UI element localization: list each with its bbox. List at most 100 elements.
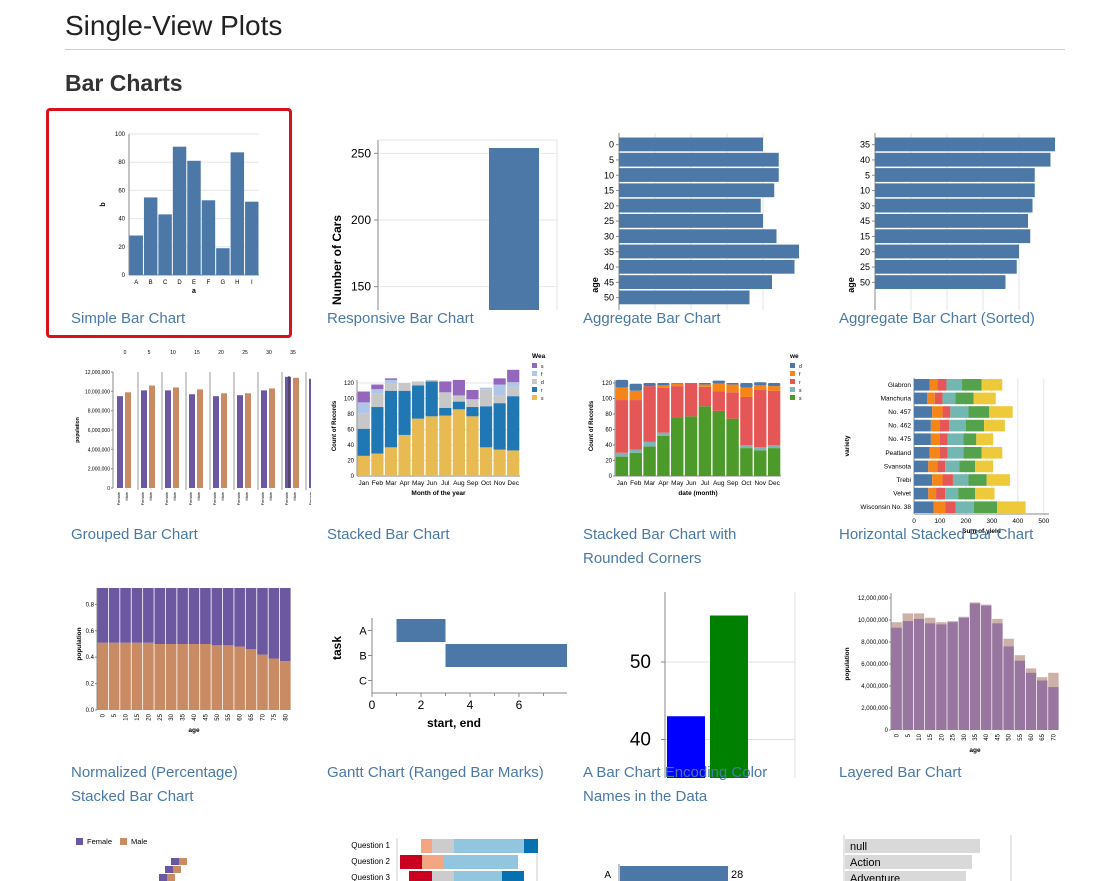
- tick-label: 6,000,000: [88, 428, 110, 434]
- chart-thumbnail[interactable]: 0 2 4 6 A B Cstart, end task: [327, 588, 567, 778]
- y-axis-title: population: [76, 627, 83, 660]
- tick-label: 45: [604, 277, 614, 287]
- bar-segment: [507, 450, 520, 476]
- tick-label: Mar: [385, 480, 397, 487]
- bar-segment: [222, 588, 234, 646]
- bar: [285, 376, 291, 488]
- tick-label: 10: [860, 186, 870, 196]
- tick-label: Jul: [701, 480, 710, 487]
- bar: [1048, 687, 1059, 730]
- bar-segment: [942, 474, 953, 486]
- tick-label: 55: [226, 713, 232, 720]
- bar: [189, 394, 195, 488]
- legend-label: f: [541, 372, 543, 378]
- chart-thumbnail[interactable]: 150 200 250 Number of Cars: [327, 120, 567, 310]
- tick-label: Manchuria: [881, 395, 912, 402]
- tick-label: Male: [292, 491, 297, 500]
- chart-title-link[interactable]: Layered Bar Chart: [839, 761, 962, 785]
- chart-thumbnail[interactable]: 35 40 5 10 30 45 15 20 25 50 age: [839, 120, 1079, 310]
- bar: [1025, 672, 1037, 730]
- tick-label: 35: [860, 140, 870, 150]
- bar-segment: [740, 445, 753, 449]
- chart-title-link[interactable]: Gantt Chart (Ranged Bar Marks): [327, 761, 544, 785]
- bar-segment: [914, 474, 933, 486]
- bar-segment: [671, 386, 684, 418]
- chart-title-link[interactable]: Aggregate Bar Chart (Sorted): [839, 307, 1035, 331]
- gallery-card[interactable]: 0 20 40 60 80 100 120 Jan Feb Mar Apr May Jun Jul Aug S…: [327, 346, 567, 583]
- bar: [117, 396, 123, 488]
- tick-label: 0.6: [86, 629, 95, 635]
- gallery-card[interactable]: 0 2,000,000 4,000,000 6,000,000 8,000,000 10,…: [71, 346, 311, 583]
- gallery-card[interactable]: 35 40 5 10 30 45 15 20 25 50 age Aggregate Bar Char…: [839, 120, 1079, 367]
- caption-line: Responsive Bar Chart: [327, 310, 474, 327]
- chart-thumbnail[interactable]: 0.00.20.40.60.81.00510152025303540455055…: [71, 588, 311, 778]
- gallery-card[interactable]: 0.00.20.40.60.81.00510152025303540455055…: [71, 588, 311, 821]
- tick-label: 80: [283, 713, 289, 720]
- tick-label: 75: [272, 713, 278, 720]
- chart-title-link[interactable]: Grouped Bar Chart: [71, 523, 198, 547]
- chart-title-link[interactable]: Stacked Bar Chart: [327, 523, 450, 547]
- bar: [167, 874, 175, 881]
- bar-segment: [629, 449, 642, 453]
- bar-segment: [947, 433, 964, 445]
- chart-title-link[interactable]: A Bar Chart Encoding Color Names in the D…: [583, 761, 767, 809]
- chart-thumbnail-partial: null Action Adventure: [843, 835, 1012, 881]
- tick-label: 20: [218, 350, 224, 356]
- bar-segment: [439, 415, 452, 476]
- tick-label: 45: [203, 713, 209, 720]
- tick-label: 65: [249, 713, 255, 720]
- gallery-card[interactable]: 0 5 10 15 20 25 30 35 40 45 50 age Aggregate Bar Cha…: [583, 120, 823, 367]
- bar-segment: [928, 460, 938, 473]
- tick-label: A: [359, 626, 367, 638]
- bar-segment: [740, 383, 753, 388]
- tick-label: 5: [865, 170, 870, 180]
- bar: [619, 214, 763, 228]
- chart-thumbnail[interactable]: 0 2,000,000 4,000,000 6,000,000 8,000,000 10,…: [71, 346, 311, 536]
- tick-label: 10: [917, 733, 923, 740]
- bar: [309, 378, 311, 488]
- gallery-card[interactable]: 0 2 4 6 A B Cstart, end task Gantt Chart (Ranged…: [327, 588, 567, 821]
- tick-label: 150: [351, 280, 371, 294]
- bar: [213, 396, 219, 488]
- chart-title-link[interactable]: Normalized (Percentage) Stacked Bar Chart: [71, 761, 238, 809]
- gallery-card[interactable]: 0 20 40 60 80 100 120 Jan Feb Mar Apr May Jun Jul Aug S…: [583, 346, 823, 583]
- bar-segment: [421, 839, 432, 853]
- tick-label: Dec: [507, 480, 519, 487]
- bar: [992, 623, 1003, 730]
- chart-thumbnail[interactable]: 0 20 40 60 80 100 120 Jan Feb Mar Apr May Jun Jul Aug S…: [583, 346, 823, 536]
- legend-label: s: [799, 388, 802, 394]
- chart-thumbnail[interactable]: 0 100 200 300 400 500 Glabron Manchuria No. 457 N…: [839, 346, 1079, 536]
- bar-segment: [493, 395, 506, 404]
- chart-thumbnail[interactable]: 0 5 10 15 20 25 30 35 40 45 50 age: [583, 120, 823, 310]
- tick-label: 100: [602, 397, 613, 403]
- chart-thumbnail[interactable]: 40 50: [583, 588, 823, 778]
- bar: [925, 623, 936, 730]
- tick-label: 0.8: [86, 602, 95, 608]
- bar-segment: [963, 433, 977, 445]
- bar-segment: [452, 401, 465, 410]
- bar: [958, 617, 969, 730]
- bar-segment: [939, 447, 948, 459]
- bar-segment: [914, 419, 931, 432]
- chart-title-link[interactable]: Stacked Bar Chart with Rounded Corners: [583, 523, 736, 571]
- chart-thumbnail[interactable]: 0 2,000,000 4,000,000 6,000,000 8,000,000 10,…: [839, 588, 1079, 778]
- chart-title-link[interactable]: Horizontal Stacked Bar Chart: [839, 523, 1033, 547]
- gallery-card[interactable]: 40 50 A Bar Chart Encoding Color Names in t…: [583, 588, 823, 821]
- tick-label: 30: [169, 713, 175, 720]
- bar-segment: [615, 387, 629, 401]
- legend-label: d: [541, 380, 544, 386]
- gallery-card[interactable]: 0 100 200 300 400 500 Glabron Manchuria No. 457 N…: [839, 346, 1079, 583]
- chart-title-link[interactable]: Aggregate Bar Chart: [583, 307, 721, 331]
- bar-segment: [933, 501, 946, 513]
- chart-thumbnail[interactable]: 0 20 40 60 80 100 120 Jan Feb Mar Apr May Jun Jul Aug S…: [327, 346, 567, 536]
- bar-segment: [726, 384, 739, 393]
- gallery-card[interactable]: 0 2,000,000 4,000,000 6,000,000 8,000,000 10,…: [839, 588, 1079, 821]
- tick-label: Wisconsin No. 38: [860, 504, 911, 511]
- tick-label: Female: [140, 491, 145, 505]
- gallery-card[interactable]: 150 200 250 Number of Cars Responsive Bar Ch…: [327, 120, 567, 367]
- chart-title-link[interactable]: Responsive Bar Chart: [327, 307, 474, 331]
- bar-segment: [97, 642, 109, 710]
- bar-segment: [384, 378, 398, 380]
- tick-label: 5: [112, 713, 118, 717]
- tick-label: May: [671, 480, 684, 487]
